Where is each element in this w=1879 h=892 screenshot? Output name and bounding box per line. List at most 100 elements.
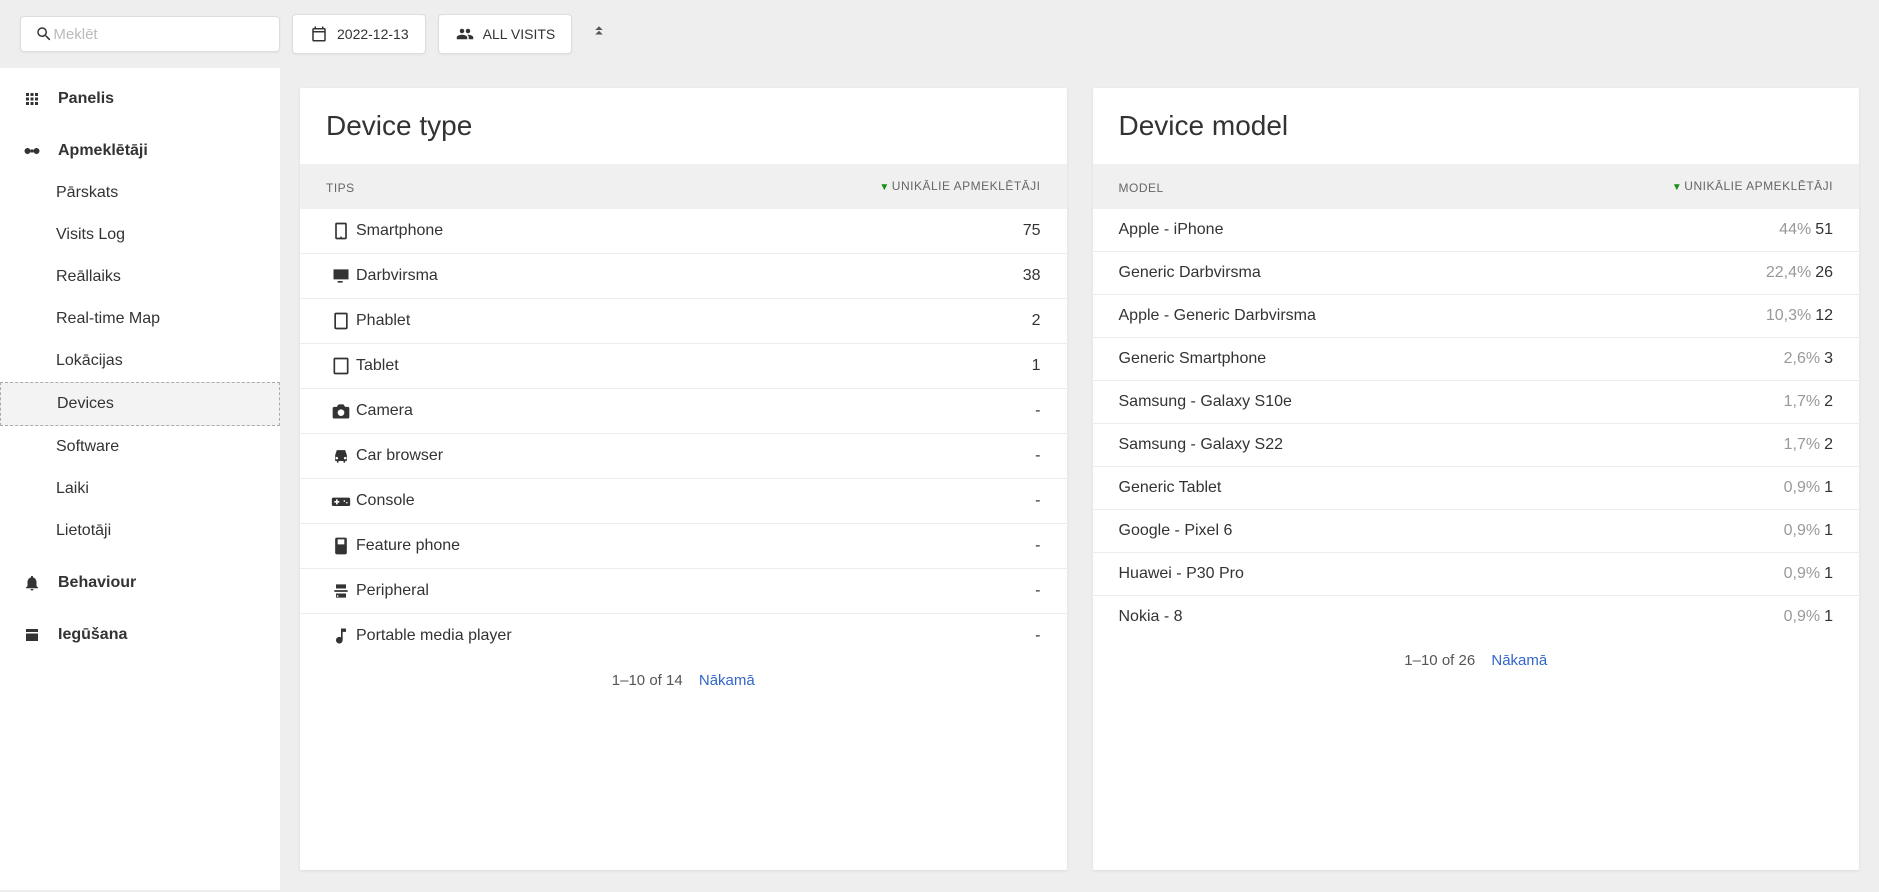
row-value: 12 (1815, 307, 1833, 325)
package-icon (22, 626, 42, 644)
sidebar: Panelis Apmeklētāji Pārskats Visits Log … (0, 68, 280, 890)
table-row[interactable]: Samsung - Galaxy S221,7%2 (1093, 423, 1860, 466)
row-value: 1 (1824, 565, 1833, 583)
feature-icon (326, 536, 356, 556)
table-row[interactable]: Nokia - 80,9%1 (1093, 595, 1860, 638)
sidebar-sub-lokacijas[interactable]: Lokācijas (0, 340, 280, 382)
row-value: 1 (1824, 522, 1833, 540)
sidebar-item-acquisition[interactable]: Iegūšana (0, 614, 280, 656)
users-icon (455, 25, 475, 43)
sidebar-item-behaviour[interactable]: Behaviour (0, 562, 280, 604)
search-input[interactable] (53, 26, 265, 43)
row-value: - (1035, 582, 1040, 600)
sidebar-sub-lietotaji[interactable]: Lietotāji (0, 510, 280, 552)
row-percentage: 2,6% (1784, 350, 1820, 368)
row-value: 3 (1824, 350, 1833, 368)
table-row[interactable]: Feature phone- (300, 523, 1067, 568)
table-row[interactable]: Console- (300, 478, 1067, 523)
sidebar-sub-parskats[interactable]: Pārskats (0, 172, 280, 214)
table-row[interactable]: Generic Tablet0,9%1 (1093, 466, 1860, 509)
table-row[interactable]: Generic Smartphone2,6%3 (1093, 337, 1860, 380)
table-row[interactable]: Phablet2 (300, 298, 1067, 343)
row-label: Camera (356, 402, 1035, 420)
row-label: Nokia - 8 (1119, 608, 1784, 626)
search-box[interactable] (20, 16, 280, 52)
sidebar-item-panel[interactable]: Panelis (0, 78, 280, 120)
apps-icon (22, 90, 42, 108)
sidebar-sub-software[interactable]: Software (0, 426, 280, 468)
camera-icon (326, 401, 356, 421)
sidebar-sub-realtimemap[interactable]: Real-time Map (0, 298, 280, 340)
sidebar-sub-label: Real-time Map (56, 310, 160, 328)
date-picker-button[interactable]: 2022-12-13 (292, 14, 426, 54)
desktop-icon (326, 266, 356, 286)
table-row[interactable]: Tablet1 (300, 343, 1067, 388)
console-icon (326, 491, 356, 511)
col-header-left[interactable]: TIPS (326, 178, 879, 195)
binoculars-icon (22, 142, 42, 160)
sidebar-sub-label: Reāllaiks (56, 268, 121, 286)
pagination-range: 1–10 of 14 (612, 672, 683, 689)
table-row[interactable]: Portable media player- (300, 613, 1067, 658)
row-value: - (1035, 537, 1040, 555)
sidebar-item-visitors[interactable]: Apmeklētāji (0, 130, 280, 172)
pagination: 1–10 of 14 Nākamā (300, 658, 1067, 703)
card-device-model: Device model MODEL ▼UNIKĀLIE APMEKLĒTĀJI… (1093, 88, 1860, 870)
row-label: Smartphone (356, 222, 1023, 240)
row-label: Apple - iPhone (1119, 221, 1780, 239)
sidebar-sub-laiki[interactable]: Laiki (0, 468, 280, 510)
sort-down-icon: ▼ (879, 182, 889, 193)
table-row[interactable]: Smartphone75 (300, 209, 1067, 253)
row-label: Car browser (356, 447, 1035, 465)
row-percentage: 1,7% (1784, 436, 1820, 454)
row-label: Google - Pixel 6 (1119, 522, 1784, 540)
pagination-next[interactable]: Nākamā (699, 672, 755, 689)
bell-icon (22, 574, 42, 592)
card-title: Device model (1093, 88, 1860, 164)
row-percentage: 0,9% (1784, 608, 1820, 626)
table-row[interactable]: Camera- (300, 388, 1067, 433)
row-value: 1 (1824, 479, 1833, 497)
table-header: TIPS ▼UNIKĀLIE APMEKLĒTĀJI (300, 164, 1067, 209)
row-label: Darbvirsma (356, 267, 1023, 285)
row-label: Generic Tablet (1119, 479, 1784, 497)
row-label: Peripheral (356, 582, 1035, 600)
card-device-type: Device type TIPS ▼UNIKĀLIE APMEKLĒTĀJI S… (300, 88, 1067, 870)
sidebar-sub-devices[interactable]: Devices (0, 382, 280, 426)
sidebar-label: Panelis (58, 90, 114, 108)
col-header-right[interactable]: ▼UNIKĀLIE APMEKLĒTĀJI (879, 178, 1040, 195)
row-value: - (1035, 627, 1040, 645)
row-label: Apple - Generic Darbvirsma (1119, 307, 1766, 325)
table-row[interactable]: Apple - Generic Darbvirsma10,3%12 (1093, 294, 1860, 337)
table-row[interactable]: Generic Darbvirsma22,4%26 (1093, 251, 1860, 294)
collapse-toggle[interactable] (584, 18, 614, 51)
row-label: Portable media player (356, 627, 1035, 645)
table-row[interactable]: Car browser- (300, 433, 1067, 478)
row-label: Generic Darbvirsma (1119, 264, 1766, 282)
row-label: Samsung - Galaxy S22 (1119, 436, 1784, 454)
pagination-next[interactable]: Nākamā (1491, 652, 1547, 669)
row-percentage: 0,9% (1784, 522, 1820, 540)
col-header-left[interactable]: MODEL (1119, 178, 1672, 195)
table-row[interactable]: Samsung - Galaxy S10e1,7%2 (1093, 380, 1860, 423)
row-percentage: 0,9% (1784, 565, 1820, 583)
table-row[interactable]: Huawei - P30 Pro0,9%1 (1093, 552, 1860, 595)
row-value: 2 (1824, 436, 1833, 454)
table-row[interactable]: Apple - iPhone44%51 (1093, 209, 1860, 251)
table-row[interactable]: Google - Pixel 60,9%1 (1093, 509, 1860, 552)
date-label: 2022-12-13 (337, 26, 409, 42)
sidebar-sub-visitslog[interactable]: Visits Log (0, 214, 280, 256)
sidebar-sub-reallaiks[interactable]: Reāllaiks (0, 256, 280, 298)
row-label: Phablet (356, 312, 1032, 330)
row-percentage: 44% (1779, 221, 1811, 239)
sidebar-sub-label: Devices (57, 395, 114, 413)
col-header-right[interactable]: ▼UNIKĀLIE APMEKLĒTĀJI (1672, 178, 1833, 195)
segment-button[interactable]: ALL VISITS (438, 14, 573, 54)
row-value: 51 (1815, 221, 1833, 239)
row-value: - (1035, 402, 1040, 420)
sidebar-sub-label: Visits Log (56, 226, 125, 244)
table-row[interactable]: Peripheral- (300, 568, 1067, 613)
table-row[interactable]: Darbvirsma38 (300, 253, 1067, 298)
row-percentage: 0,9% (1784, 479, 1820, 497)
sidebar-sub-label: Pārskats (56, 184, 118, 202)
